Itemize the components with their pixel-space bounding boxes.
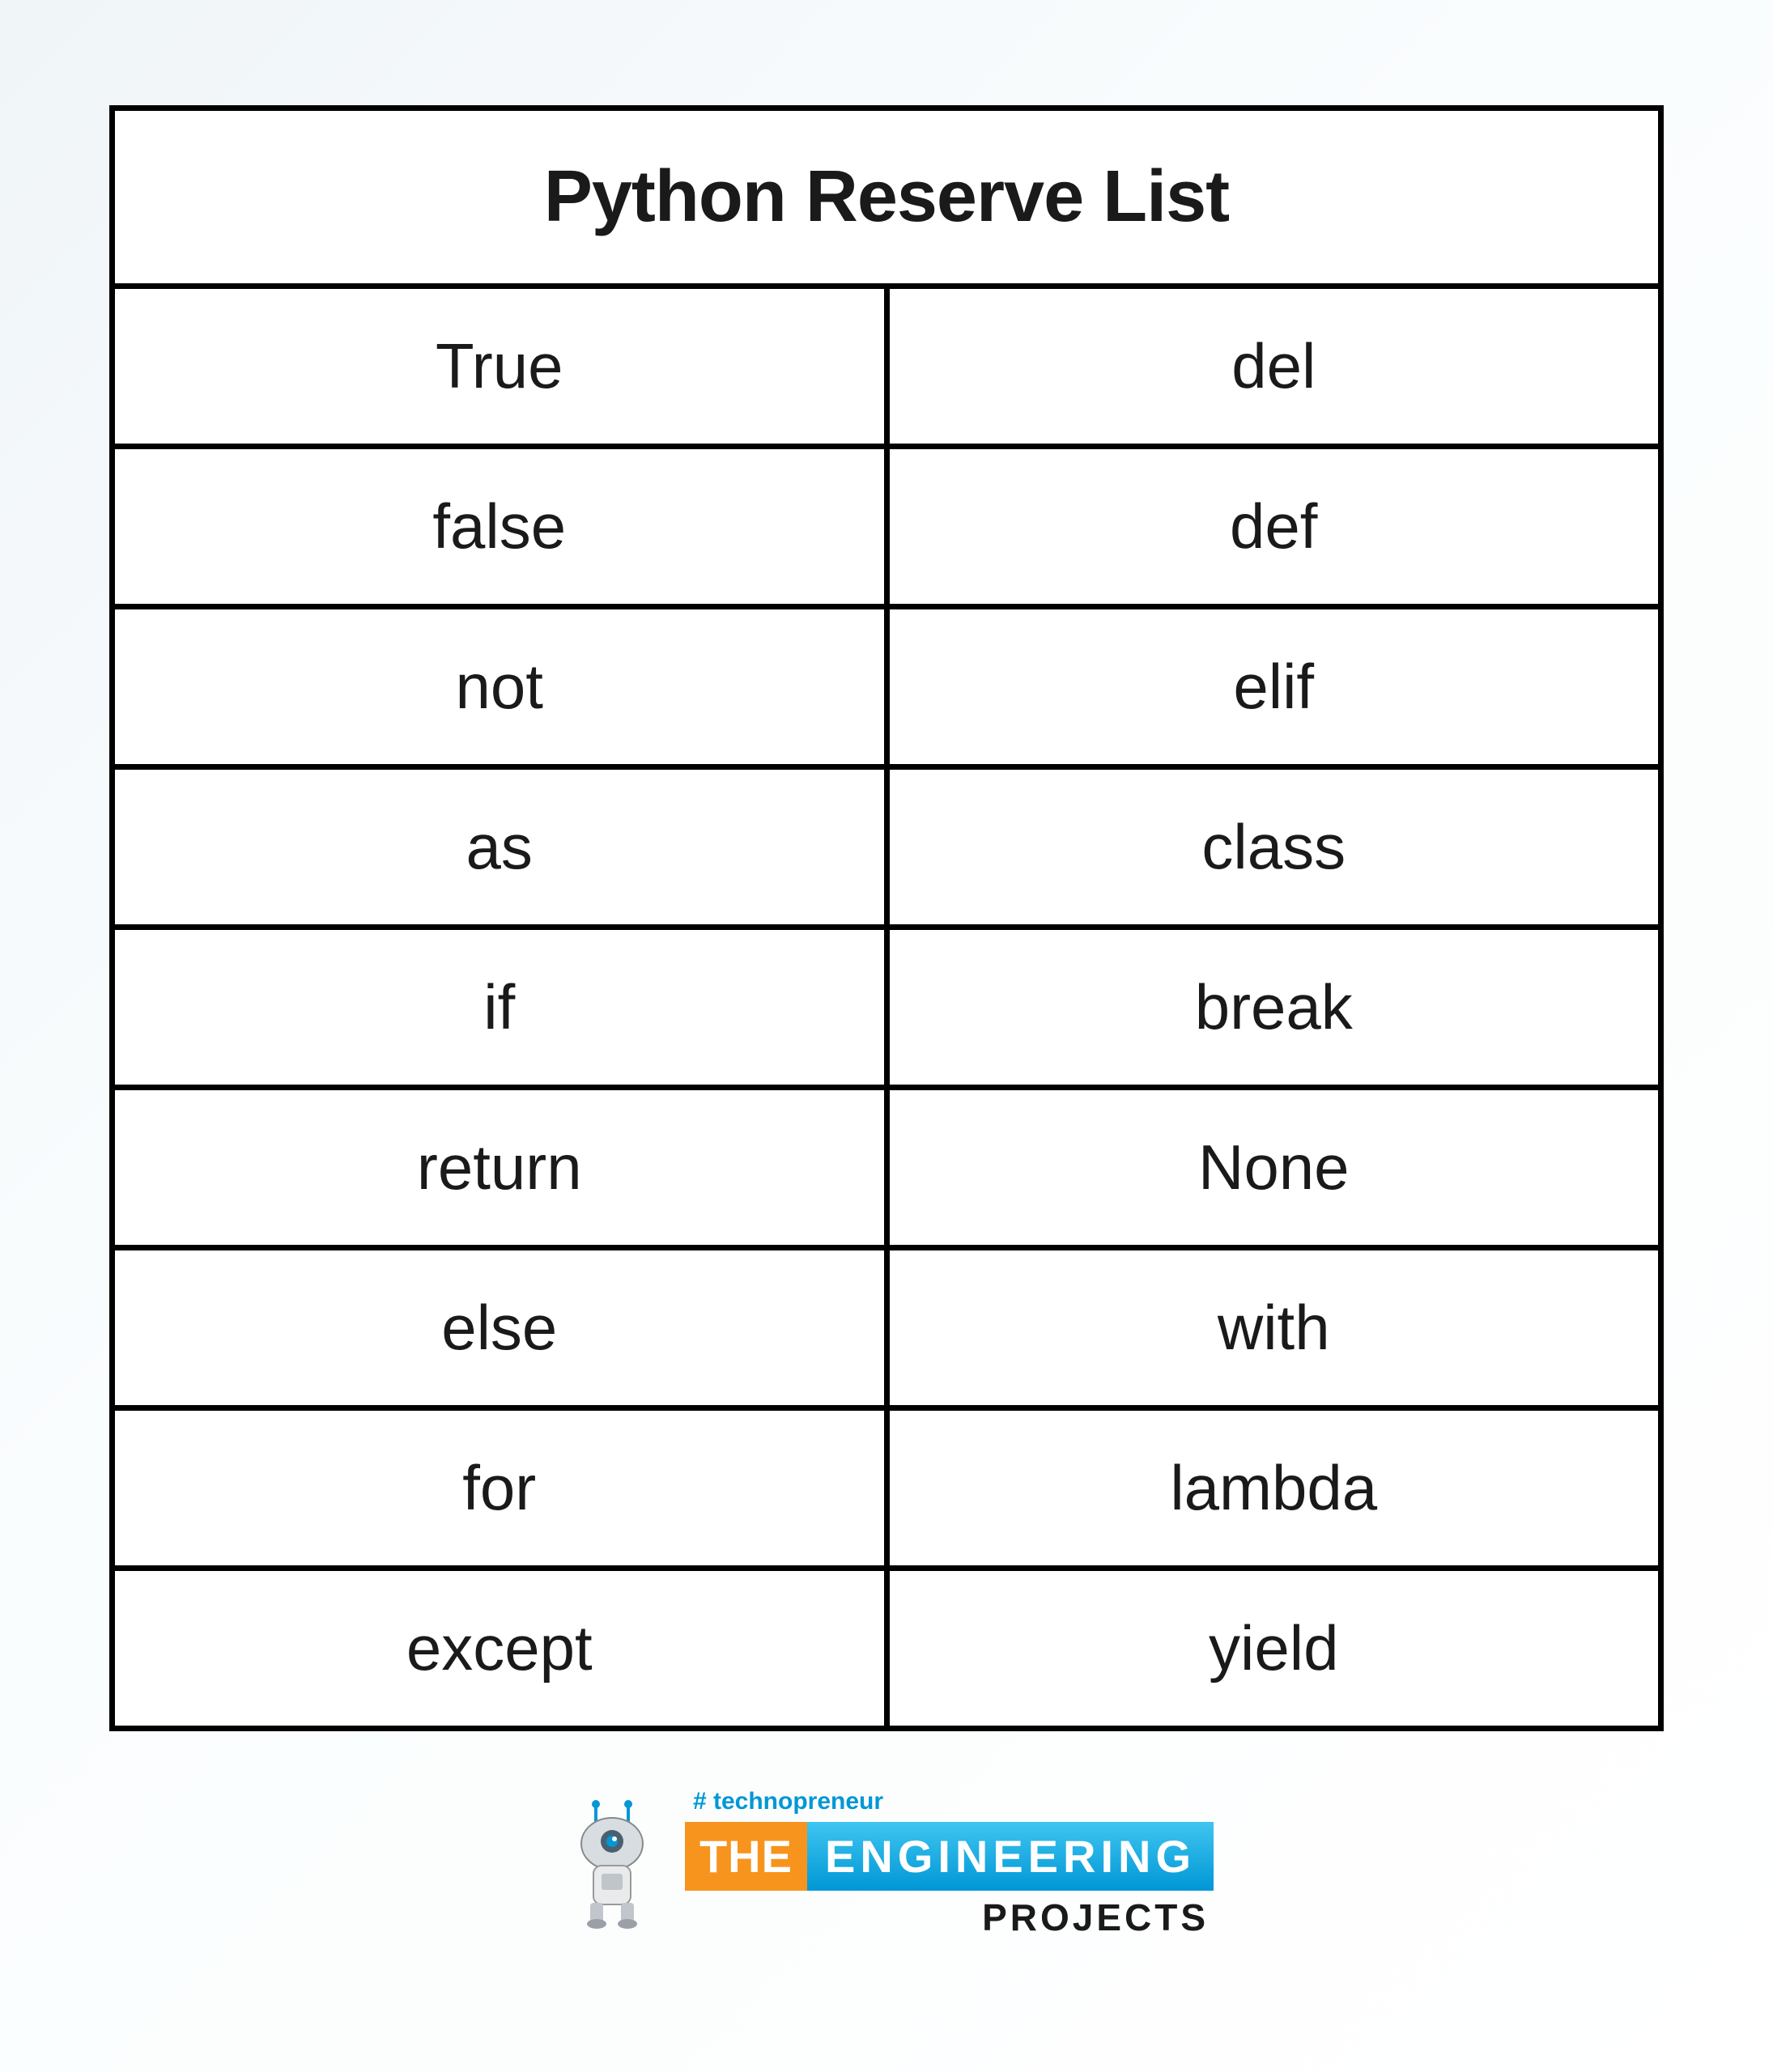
cell-right: elif: [886, 607, 1661, 767]
cell-right: None: [886, 1088, 1661, 1248]
table-row: if break: [113, 928, 1661, 1088]
cell-left: except: [113, 1569, 887, 1729]
cell-left: True: [113, 287, 887, 447]
table-row: not elif: [113, 607, 1661, 767]
cell-left: not: [113, 607, 887, 767]
table-row: as class: [113, 767, 1661, 928]
hashtag-text: # technopreneur: [693, 1788, 883, 1815]
cell-right: with: [886, 1248, 1661, 1408]
table-row: True del: [113, 287, 1661, 447]
brand-row: THE ENGINEERING: [685, 1822, 1214, 1891]
brand-the: THE: [685, 1822, 807, 1891]
cell-left: else: [113, 1248, 887, 1408]
cell-left: false: [113, 447, 887, 607]
cell-left: as: [113, 767, 887, 928]
robot-mascot-icon: [559, 1799, 665, 1929]
cell-right: del: [886, 287, 1661, 447]
cell-right: lambda: [886, 1408, 1661, 1569]
reserve-list-table: Python Reserve List True del false def n…: [109, 105, 1664, 1731]
table-row: for lambda: [113, 1408, 1661, 1569]
cell-left: if: [113, 928, 887, 1088]
reserve-list-table-container: Python Reserve List True del false def n…: [109, 105, 1664, 1731]
table-row: except yield: [113, 1569, 1661, 1729]
table-title: Python Reserve List: [113, 108, 1661, 287]
table-row: else with: [113, 1248, 1661, 1408]
cell-right: yield: [886, 1569, 1661, 1729]
table-row: false def: [113, 447, 1661, 607]
cell-left: return: [113, 1088, 887, 1248]
cell-right: break: [886, 928, 1661, 1088]
table-row: return None: [113, 1088, 1661, 1248]
cell-left: for: [113, 1408, 887, 1569]
footer: # technopreneur THE ENGINEERING PROJECTS: [559, 1788, 1214, 1939]
brand-projects: PROJECTS: [982, 1896, 1209, 1939]
cell-right: class: [886, 767, 1661, 928]
brand-engineering: ENGINEERING: [807, 1822, 1214, 1891]
brand-logo: # technopreneur THE ENGINEERING PROJECTS: [685, 1788, 1214, 1939]
cell-right: def: [886, 447, 1661, 607]
